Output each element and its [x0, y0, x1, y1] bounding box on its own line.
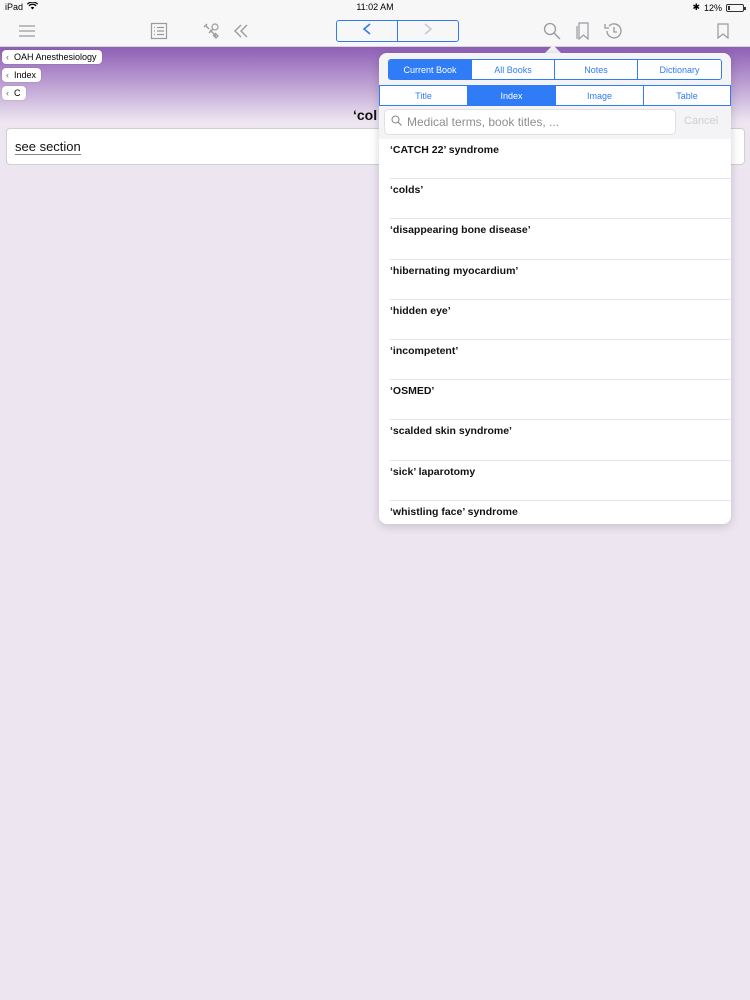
- forward-button[interactable]: [397, 21, 458, 41]
- breadcrumb-index[interactable]: ‹ Index: [2, 68, 42, 82]
- breadcrumb-label: OAH Anesthesiology: [14, 52, 97, 62]
- breadcrumb-label: C: [14, 88, 21, 98]
- back-icon: [362, 22, 372, 40]
- list-item[interactable]: ‘CATCH 22’ syndrome: [390, 139, 731, 180]
- menu-icon[interactable]: [16, 20, 38, 42]
- bookmarks-icon[interactable]: [572, 20, 594, 42]
- search-input[interactable]: [407, 115, 662, 129]
- tab-image[interactable]: Image: [555, 86, 643, 105]
- tab-notes[interactable]: Notes: [554, 60, 637, 79]
- search-popover: Current Book All Books Notes Dictionary …: [379, 53, 731, 524]
- bookmark-icon[interactable]: [712, 20, 734, 42]
- breadcrumb-label: Index: [14, 70, 37, 80]
- results-list: ‘CATCH 22’ syndrome ‘colds’ ‘disappearin…: [379, 139, 731, 524]
- toolbar: [0, 14, 750, 47]
- bluetooth-icon: ✱: [692, 2, 700, 12]
- cancel-button[interactable]: Cancel: [684, 115, 718, 127]
- breadcrumb-letter[interactable]: ‹ C: [2, 86, 26, 100]
- tab-title[interactable]: Title: [380, 86, 467, 105]
- list-item[interactable]: ‘OSMED’: [390, 380, 731, 421]
- page-title: ‘col: [353, 107, 378, 123]
- chevron-left-icon: ‹: [6, 52, 9, 62]
- forward-icon: [423, 22, 433, 40]
- scope-segmented-control: Current Book All Books Notes Dictionary: [388, 59, 722, 80]
- chevron-left-icon: ‹: [6, 70, 9, 80]
- list-item[interactable]: ‘colds’: [390, 179, 731, 220]
- battery-percent: 12%: [703, 2, 722, 13]
- list-item[interactable]: ‘hidden eye’: [390, 300, 731, 340]
- status-bar: iPad 11:02 AM ✱ 12%: [0, 0, 750, 14]
- double-chevron-left-icon[interactable]: [230, 20, 252, 42]
- tab-current-book[interactable]: Current Book: [389, 60, 471, 79]
- back-button[interactable]: [337, 21, 397, 41]
- chevron-left-icon: ‹: [6, 88, 9, 98]
- search-icon: [391, 113, 402, 131]
- list-item[interactable]: ‘whistling face’ syndrome: [390, 501, 731, 524]
- list-item[interactable]: ‘incompetent’: [390, 340, 731, 381]
- tab-table[interactable]: Table: [643, 86, 730, 105]
- tab-all-books[interactable]: All Books: [471, 60, 554, 79]
- popover-header: Current Book All Books Notes Dictionary …: [379, 53, 731, 139]
- list-item[interactable]: ‘disappearing bone disease’: [390, 219, 731, 260]
- list-item[interactable]: ‘scalded skin syndrome’: [390, 420, 731, 461]
- see-section-link[interactable]: see section: [15, 139, 81, 155]
- tab-dictionary[interactable]: Dictionary: [637, 60, 721, 79]
- history-icon[interactable]: [602, 20, 624, 42]
- list-icon[interactable]: [148, 20, 170, 42]
- back-forward-control: [336, 20, 459, 42]
- tab-index[interactable]: Index: [467, 86, 555, 105]
- search-icon[interactable]: [541, 20, 563, 42]
- tools-icon[interactable]: [200, 20, 222, 42]
- battery-icon: [726, 3, 746, 12]
- list-item[interactable]: ‘hibernating myocardium’: [390, 260, 731, 300]
- list-item[interactable]: ‘sick’ laparotomy: [390, 461, 731, 501]
- breadcrumb-book[interactable]: ‹ OAH Anesthesiology: [2, 50, 102, 64]
- status-time: 11:02 AM: [356, 2, 394, 12]
- search-field: [384, 109, 676, 135]
- type-segmented-control: Title Index Image Table: [379, 85, 731, 106]
